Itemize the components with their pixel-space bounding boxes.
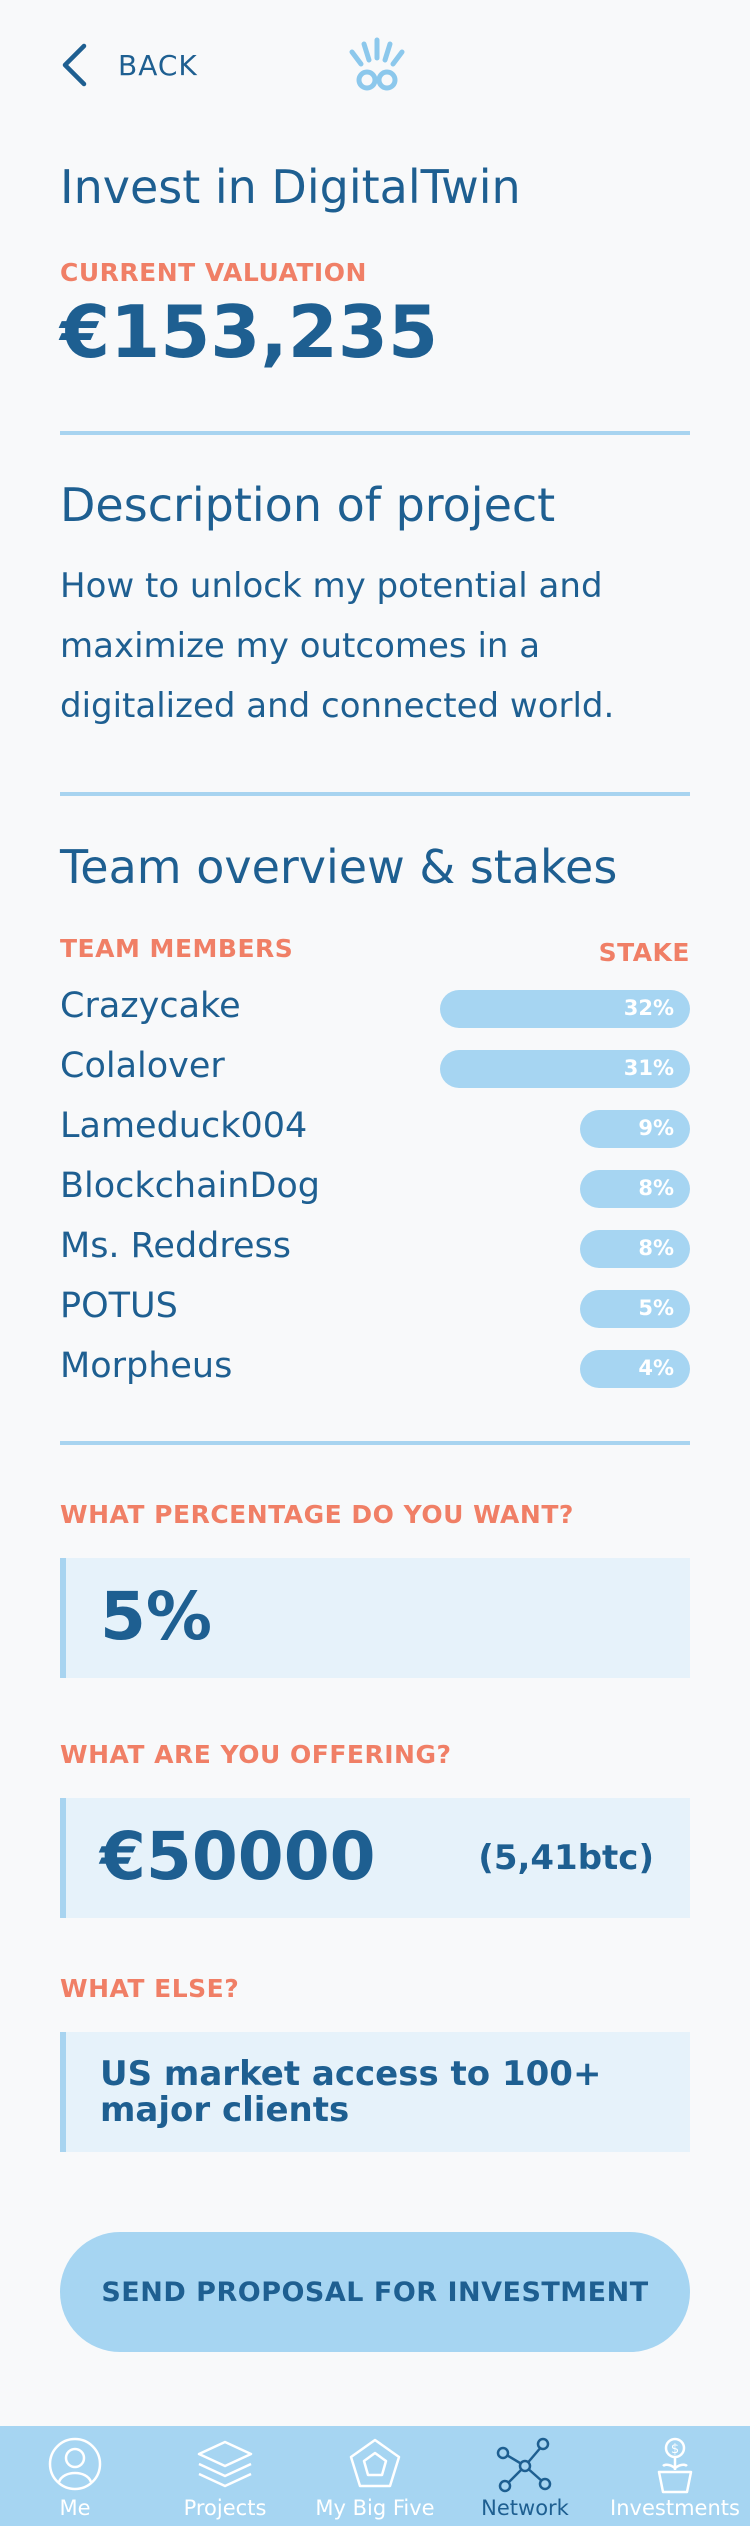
team-table-header: TEAM MEMBERS STAKE [60, 934, 690, 968]
divider [60, 431, 690, 435]
send-proposal-button[interactable]: SEND PROPOSAL FOR INVESTMENT [60, 2232, 690, 2352]
team-member-row: Morpheus 4% [60, 1338, 690, 1398]
offering-value: €50000 [100, 1818, 376, 1895]
member-name: Ms. Reddress [60, 1226, 292, 1266]
tab-network[interactable]: Network [450, 2426, 600, 2526]
team-heading: Team overview & stakes [60, 840, 618, 894]
stake-value: 32% [623, 996, 674, 1020]
else-label: WHAT ELSE? [60, 1974, 240, 2003]
offering-btc: (5,41btc) [478, 1838, 654, 1878]
stake-bar: 4% [580, 1350, 690, 1388]
description-text: How to unlock my potential and maximize … [60, 566, 615, 726]
stake-bar: 8% [580, 1170, 690, 1208]
stake-value: 4% [638, 1356, 674, 1380]
member-name: Morpheus [60, 1346, 233, 1386]
header: BACK [60, 36, 690, 94]
offering-input[interactable]: €50000 (5,41btc) [60, 1798, 690, 1918]
stake-bar: 9% [580, 1110, 690, 1148]
description-heading: Description of project [60, 478, 556, 532]
plant-pot-icon: $ [657, 2437, 693, 2494]
pentagon-icon [349, 2438, 401, 2488]
percentage-value: 5% [100, 1578, 213, 1655]
stake-value: 31% [623, 1056, 674, 1080]
team-member-row: Ms. Reddress 8% [60, 1218, 690, 1278]
tab-label: Projects [183, 2496, 267, 2520]
offering-label: WHAT ARE YOU OFFERING? [60, 1740, 452, 1769]
member-name: POTUS [60, 1286, 178, 1326]
valuation-label: CURRENT VALUATION [60, 258, 367, 287]
back-label: BACK [118, 48, 198, 82]
tab-bar: Me Projects My Big Five Network $ Invest… [0, 2426, 750, 2526]
divider [60, 792, 690, 796]
svg-text:$: $ [671, 2442, 679, 2457]
tab-label: Investments [610, 2496, 740, 2520]
percentage-label: WHAT PERCENTAGE DO YOU WANT? [60, 1500, 574, 1529]
member-name: Crazycake [60, 986, 241, 1026]
tab-label: Me [59, 2496, 91, 2520]
stake-value: 9% [638, 1116, 674, 1140]
member-name: Lameduck004 [60, 1106, 308, 1146]
stake-bar: 31% [440, 1050, 690, 1088]
tab-my-big-five[interactable]: My Big Five [300, 2426, 450, 2526]
tab-me[interactable]: Me [0, 2426, 150, 2526]
owl-logo-icon [349, 37, 405, 91]
team-member-row: POTUS 5% [60, 1278, 690, 1338]
stake-bar: 5% [580, 1290, 690, 1328]
team-list: Crazycake 32% Colalover 31% Lameduck004 … [60, 978, 690, 1398]
percentage-input[interactable]: 5% [60, 1558, 690, 1678]
stake-bar: 32% [440, 990, 690, 1028]
else-value: US market access to 100+ major clients [100, 2054, 602, 2130]
team-member-row: Crazycake 32% [60, 978, 690, 1038]
tab-label: Network [481, 2496, 569, 2520]
network-icon [496, 2437, 552, 2493]
valuation-value: €153,235 [60, 290, 439, 374]
tab-projects[interactable]: Projects [150, 2426, 300, 2526]
stake-value: 8% [638, 1236, 674, 1260]
person-icon [48, 2437, 102, 2491]
stake-label: STAKE [598, 938, 690, 967]
layers-icon [197, 2440, 253, 2488]
back-button[interactable]: BACK [60, 42, 198, 88]
page-title: Invest in DigitalTwin [60, 160, 521, 214]
stake-value: 8% [638, 1176, 674, 1200]
tab-label: My Big Five [315, 2496, 435, 2520]
divider [60, 1441, 690, 1445]
team-member-row: Colalover 31% [60, 1038, 690, 1098]
tab-investments[interactable]: $ Investments [600, 2426, 750, 2526]
member-name: Colalover [60, 1046, 225, 1086]
team-members-label: TEAM MEMBERS [60, 934, 294, 963]
member-name: BlockchainDog [60, 1166, 321, 1206]
stake-value: 5% [638, 1296, 674, 1320]
chevron-left-icon [62, 43, 87, 87]
team-member-row: BlockchainDog 8% [60, 1158, 690, 1218]
team-member-row: Lameduck004 9% [60, 1098, 690, 1158]
else-input[interactable]: US market access to 100+ major clients [60, 2032, 690, 2152]
stake-bar: 8% [580, 1230, 690, 1268]
